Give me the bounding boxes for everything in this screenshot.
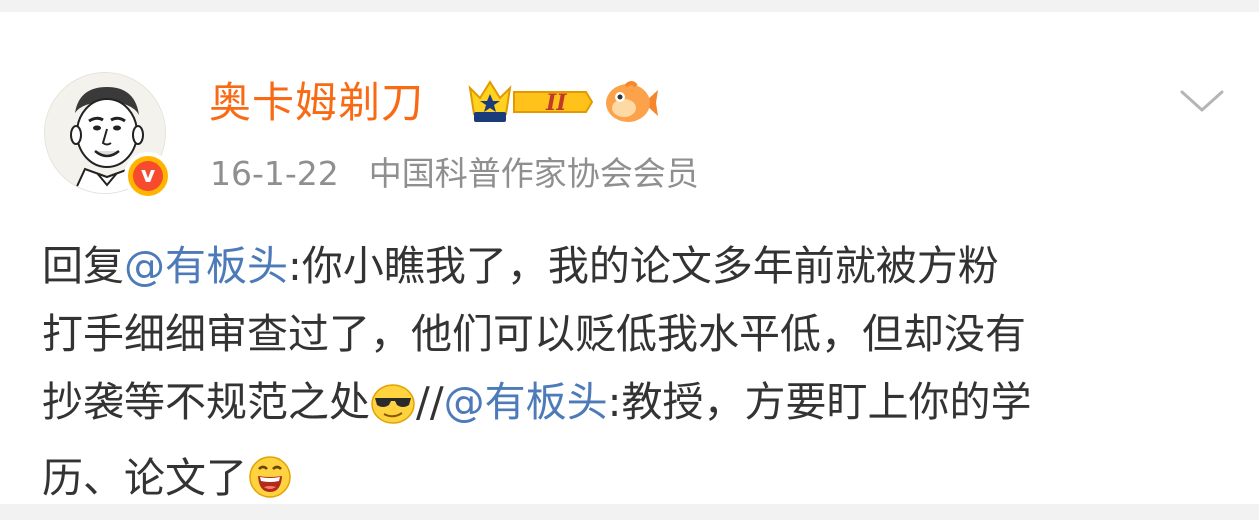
post-card: v 奥卡姆剃刀 II 16-1-22 中国科普作家协会会员 回复@有板头:你小瞧我… bbox=[0, 12, 1259, 504]
post-meta: 16-1-22 中国科普作家协会会员 bbox=[210, 154, 699, 194]
mention-link[interactable]: @有板头 bbox=[444, 378, 608, 426]
laughing-emoji bbox=[247, 452, 293, 520]
content-line-3: 抄袭等不规范之处 //@有板头:教授，方要盯上你的学 bbox=[42, 368, 1232, 444]
post-date: 16-1-22 bbox=[210, 154, 339, 193]
fish-fan-icon[interactable] bbox=[604, 80, 658, 130]
chevron-down-icon[interactable] bbox=[1178, 86, 1226, 120]
content-line-1: 回复@有板头:你小瞧我了，我的论文多年前就被方粉 bbox=[42, 232, 1232, 300]
content-text: :你小瞧我了，我的论文多年前就被方粉 bbox=[288, 242, 999, 290]
verified-title: 中国科普作家协会会员 bbox=[368, 154, 699, 193]
cool-sunglasses-emoji bbox=[370, 376, 416, 444]
crown-level-badge-icon[interactable]: II bbox=[466, 78, 594, 130]
verified-v-badge-icon: v bbox=[124, 152, 172, 200]
reply-prefix: 回复 bbox=[42, 242, 124, 290]
post-content: 回复@有板头:你小瞧我了，我的论文多年前就被方粉 打手细细审查过了，他们可以贬低… bbox=[42, 232, 1232, 520]
repost-separator: // bbox=[416, 378, 444, 426]
content-text: :教授，方要盯上你的学 bbox=[607, 378, 1032, 426]
content-line-4: 历、论文了 bbox=[42, 444, 1232, 520]
username[interactable]: 奥卡姆剃刀 bbox=[209, 78, 424, 128]
content-line-2: 打手细细审查过了，他们可以贬低我水平低，但却没有 bbox=[42, 310, 1026, 358]
level-badge-text: II bbox=[545, 90, 567, 116]
content-text: 历、论文了 bbox=[42, 454, 247, 502]
mention-link[interactable]: @有板头 bbox=[124, 242, 288, 290]
content-text: 抄袭等不规范之处 bbox=[42, 378, 370, 426]
